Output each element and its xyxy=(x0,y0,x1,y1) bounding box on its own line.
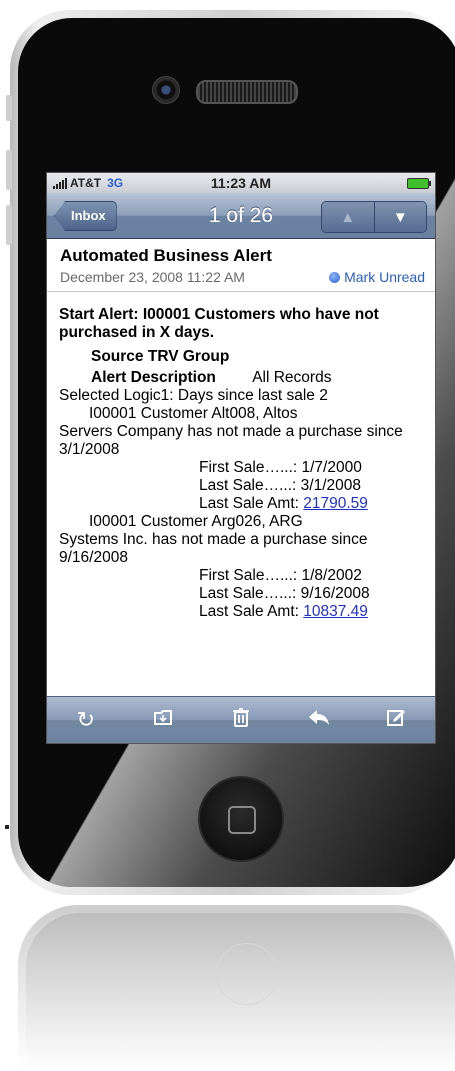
source-line: Source TRV Group xyxy=(91,348,230,365)
next-message-down-arrow-icon[interactable]: ▼ xyxy=(374,202,426,232)
message-nav-segment: ▲ ▼ xyxy=(321,201,427,233)
previous-message-up-arrow-icon[interactable]: ▲ xyxy=(322,202,375,232)
record1-last-sale: Last Sale…...: 3/1/2008 xyxy=(199,477,361,494)
records-label: All Records xyxy=(252,369,332,386)
alert-description-label: Alert Description xyxy=(91,369,216,386)
record2-first-sale: First Sale…...: 1/8/2002 xyxy=(199,567,362,584)
record1-amount-label: Last Sale Amt: xyxy=(199,495,304,512)
message-body: Start Alert: I00001 Customers who have n… xyxy=(47,292,435,621)
record1-text: Servers Company has not made a purchase … xyxy=(59,423,403,458)
earpiece-speaker xyxy=(196,80,298,104)
mark-unread-label: Mark Unread xyxy=(344,269,425,285)
mark-unread-button[interactable]: Mark Unread xyxy=(329,269,425,285)
record1-amount-link[interactable]: 21790.59 xyxy=(303,495,368,512)
record2-amount-link[interactable]: 10837.49 xyxy=(303,603,368,620)
home-button[interactable] xyxy=(198,776,284,862)
reflection-inner xyxy=(26,913,455,1071)
status-time: 11:23 AM xyxy=(210,175,272,191)
record1-first-sale: First Sale…...: 1/7/2000 xyxy=(199,459,362,476)
battery-icon xyxy=(407,178,431,189)
front-camera xyxy=(152,76,180,104)
status-bar: AT&T 3G 11:23 AM xyxy=(47,173,435,193)
trash-icon[interactable] xyxy=(221,707,261,733)
edge-mark xyxy=(5,825,9,829)
bottom-toolbar: ↻ xyxy=(47,696,435,743)
record2-intro: I00001 Customer Arg026, ARG xyxy=(89,513,303,530)
screen: AT&T 3G 11:23 AM Inbox 1 of 26 ▲ ▼ Autom… xyxy=(46,172,436,744)
record2-last-sale: Last Sale…...: 9/16/2008 xyxy=(199,585,370,602)
reply-icon[interactable] xyxy=(299,707,339,733)
home-square-icon xyxy=(228,806,256,834)
record2-amount-label: Last Sale Amt: xyxy=(199,603,304,620)
message-subject: Automated Business Alert xyxy=(60,246,272,265)
reflected-home-button xyxy=(216,943,278,1005)
record2-text: Systems Inc. has not made a purchase sin… xyxy=(59,531,368,566)
compose-icon[interactable] xyxy=(376,707,416,733)
volume-up-button xyxy=(6,150,12,190)
message-date: December 23, 2008 11:22 AM xyxy=(60,269,245,285)
move-to-folder-icon[interactable] xyxy=(143,707,183,733)
navigation-bar: Inbox 1 of 26 ▲ ▼ xyxy=(47,193,435,239)
phone-reflection xyxy=(18,905,455,1071)
alert-heading: Start Alert: I00001 Customers who have n… xyxy=(59,306,379,341)
message-header: Automated Business Alert December 23, 20… xyxy=(47,239,435,292)
volume-down-button xyxy=(6,205,12,245)
record1-intro: I00001 Customer Alt008, Altos xyxy=(89,405,298,422)
selection-line: Selected Logic1: Days since last sale 2 xyxy=(59,387,328,404)
refresh-icon[interactable]: ↻ xyxy=(66,707,106,733)
mute-switch xyxy=(6,95,12,121)
unread-dot-icon xyxy=(329,271,341,283)
